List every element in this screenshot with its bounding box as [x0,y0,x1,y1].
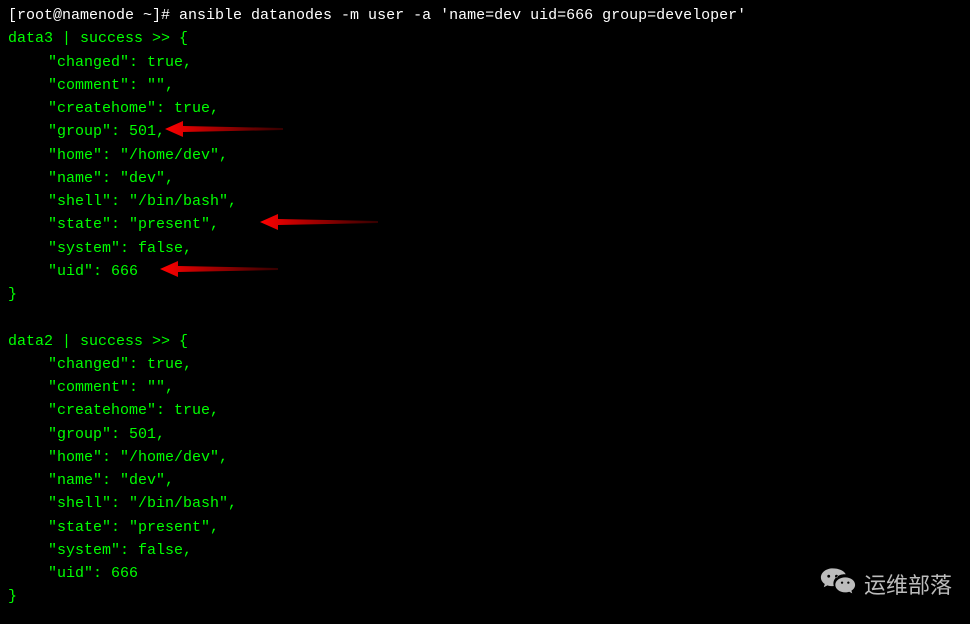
blank-line [8,306,962,329]
json-field-comment: "comment": "", [8,376,962,399]
json-close-brace: } [8,283,962,306]
result-header: data2 | success >> { [8,330,962,353]
json-field-system: "system": false, [8,539,962,562]
shell-prompt: [root@namenode ~]# [8,7,179,24]
wechat-icon [820,566,856,606]
json-field-uid: "uid": 666 [8,260,962,283]
json-field-state: "state": "present", [8,516,962,539]
json-field-name: "name": "dev", [8,469,962,492]
json-field-createhome: "createhome": true, [8,97,962,120]
json-field-home: "home": "/home/dev", [8,144,962,167]
command-prompt-line: [root@namenode ~]# ansible datanodes -m … [8,4,962,27]
result-block-data3: data3 | success >> { "changed": true, "c… [8,27,962,306]
json-field-uid: "uid": 666 [8,562,962,585]
json-field-createhome: "createhome": true, [8,399,962,422]
json-field-comment: "comment": "", [8,74,962,97]
json-field-system: "system": false, [8,237,962,260]
json-field-shell: "shell": "/bin/bash", [8,190,962,213]
shell-command: ansible datanodes -m user -a 'name=dev u… [179,7,746,24]
watermark: 运维部落 [820,566,952,606]
json-field-changed: "changed": true, [8,51,962,74]
result-block-data2: data2 | success >> { "changed": true, "c… [8,330,962,609]
json-field-changed: "changed": true, [8,353,962,376]
json-field-home: "home": "/home/dev", [8,446,962,469]
json-field-group: "group": 501, [8,120,962,143]
json-field-name: "name": "dev", [8,167,962,190]
json-field-state: "state": "present", [8,213,962,236]
watermark-text: 运维部落 [864,569,952,603]
result-header: data3 | success >> { [8,27,962,50]
json-field-group: "group": 501, [8,423,962,446]
json-close-brace: } [8,585,962,608]
json-field-shell: "shell": "/bin/bash", [8,492,962,515]
